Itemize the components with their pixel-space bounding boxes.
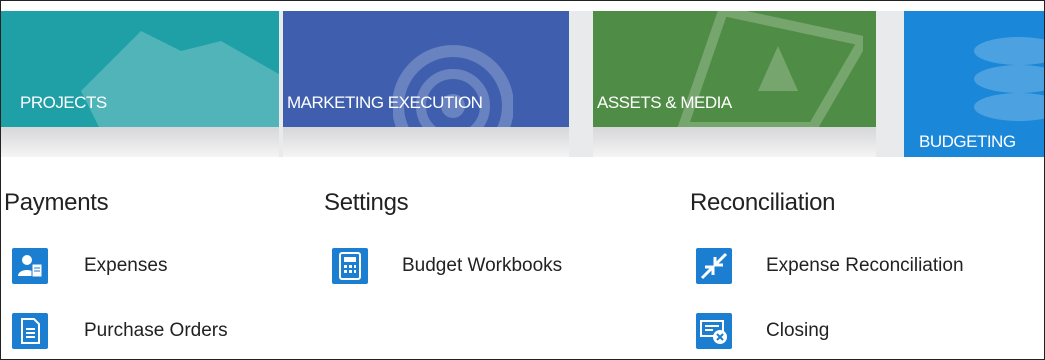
tile-assets-media[interactable]: ASSETS & MEDIA (593, 11, 876, 157)
tile-marketing-label: MARKETING EXECUTION (287, 93, 483, 112)
tile-marketing-footer (283, 127, 569, 157)
section-title-settings: Settings (324, 189, 409, 216)
link-closing[interactable]: Closing (696, 313, 829, 349)
link-purchase-orders-label: Purchase Orders (84, 320, 228, 341)
link-expenses-label: Expenses (84, 255, 168, 276)
link-expense-reconciliation[interactable]: Expense Reconciliation (696, 248, 964, 284)
target-icon (393, 45, 513, 131)
link-budget-workbooks-label: Budget Workbooks (402, 255, 563, 276)
link-purchase-orders[interactable]: Purchase Orders (12, 313, 228, 349)
expenses-icon (12, 248, 48, 284)
tile-separator (876, 11, 904, 157)
calculator-icon (332, 248, 368, 284)
link-closing-label: Closing (766, 320, 830, 341)
coins-icon (974, 37, 1044, 121)
purchase-orders-icon (12, 313, 48, 349)
tile-assets-label: ASSETS & MEDIA (597, 93, 732, 112)
link-expense-reconciliation-label: Expense Reconciliation (766, 255, 964, 276)
closing-icon (696, 313, 732, 349)
tile-assets-footer (593, 127, 876, 157)
link-expenses[interactable]: Expenses (12, 248, 167, 284)
section-title-reconciliation: Reconciliation (690, 189, 836, 216)
folder-icon (81, 31, 279, 131)
section-title-payments: Payments (4, 189, 109, 216)
tile-budgeting-label: BUDGETING (919, 132, 1016, 151)
collapse-arrows-icon (696, 248, 732, 284)
tile-projects[interactable]: PROJECTS (1, 11, 279, 157)
tile-separator (569, 11, 593, 157)
link-budget-workbooks[interactable]: Budget Workbooks (332, 248, 562, 284)
tile-marketing-execution[interactable]: MARKETING EXECUTION (283, 11, 569, 157)
tile-projects-footer (1, 127, 279, 157)
tile-projects-label: PROJECTS (20, 93, 107, 112)
tile-budgeting[interactable]: BUDGETING (904, 11, 1044, 157)
module-tiles: PROJECTS MARKETING EXECUTION ASSETS & ME… (1, 1, 1044, 157)
